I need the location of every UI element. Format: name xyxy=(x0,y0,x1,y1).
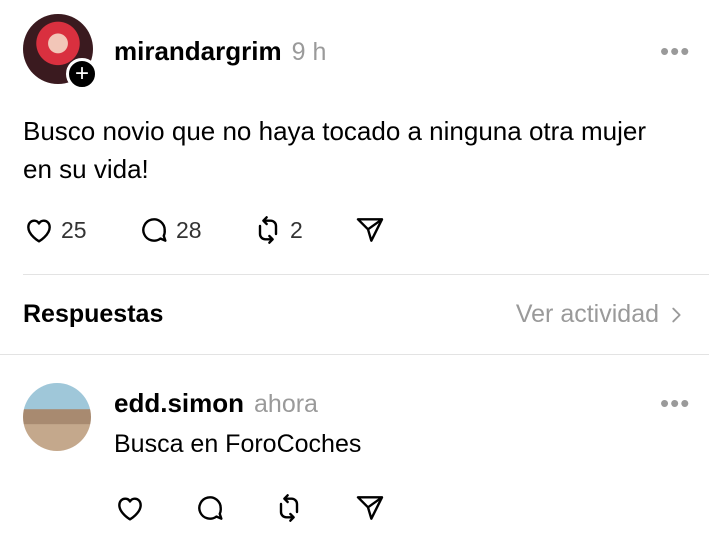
repost-button[interactable]: 2 xyxy=(252,214,303,246)
divider xyxy=(23,274,709,275)
comment-icon xyxy=(142,218,167,242)
reply-comment-button[interactable] xyxy=(194,492,226,524)
post-more-icon[interactable]: ••• xyxy=(660,36,690,67)
post-username[interactable]: mirandargrim xyxy=(114,36,282,67)
like-button[interactable]: 25 xyxy=(23,214,87,246)
post-text: Busco novio que no haya tocado a ninguna… xyxy=(23,116,646,184)
reply-username[interactable]: edd.simon xyxy=(114,388,244,419)
post-header: mirandargrim 9 h xyxy=(114,36,326,67)
reply-repost-button[interactable] xyxy=(273,492,305,524)
chevron-right-icon xyxy=(672,307,681,322)
view-activity-label: Ver actividad xyxy=(515,300,659,328)
send-icon xyxy=(356,496,384,520)
like-count: 25 xyxy=(61,216,87,243)
view-activity-link[interactable]: Ver actividad xyxy=(516,300,687,329)
reply-like-button[interactable] xyxy=(114,492,146,524)
follow-plus-icon[interactable]: + xyxy=(66,58,98,90)
repost-icon xyxy=(279,494,299,522)
send-icon xyxy=(356,218,384,242)
reply-time: ahora xyxy=(254,390,318,418)
comment-button[interactable]: 28 xyxy=(138,214,202,246)
post-time: 9 h xyxy=(291,38,327,66)
share-button[interactable] xyxy=(354,214,386,246)
repost-count: 2 xyxy=(290,216,303,243)
replies-title: Respuestas xyxy=(23,300,164,328)
reply-share-button[interactable] xyxy=(354,492,386,524)
reply-more-icon[interactable]: ••• xyxy=(660,388,690,419)
reply-header: edd.simon ahora xyxy=(114,388,318,419)
divider xyxy=(0,354,709,355)
heart-icon xyxy=(118,497,142,521)
repost-icon xyxy=(258,216,278,244)
comment-count: 28 xyxy=(176,216,202,243)
reply-author-avatar[interactable] xyxy=(23,383,91,451)
reply-text: Busca en ForoCoches xyxy=(114,430,362,458)
comment-icon xyxy=(198,496,223,520)
heart-icon xyxy=(27,219,51,243)
